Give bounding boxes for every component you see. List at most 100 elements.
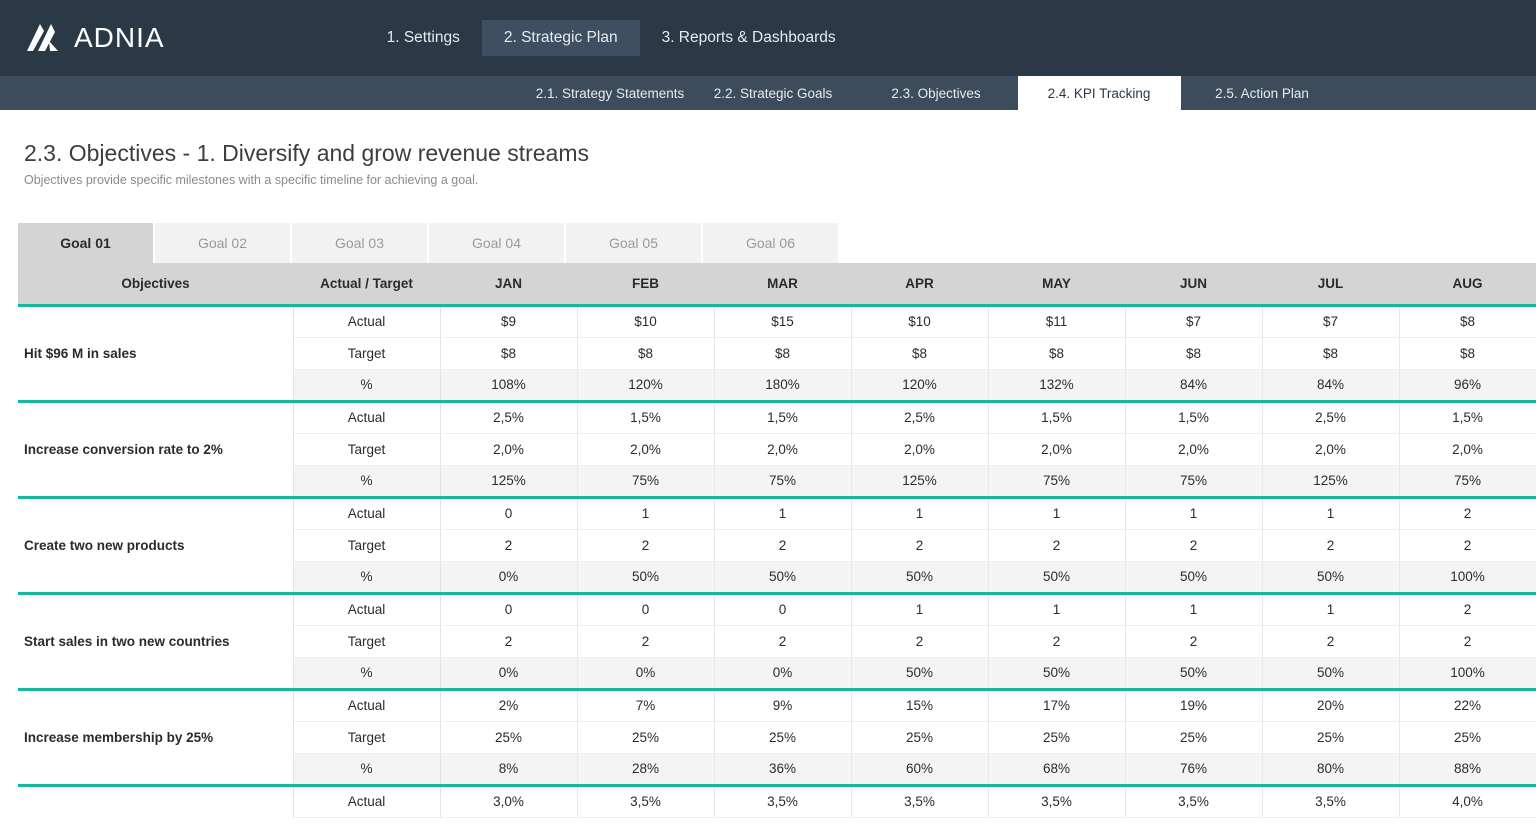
- kpi-cell[interactable]: $15: [714, 305, 851, 337]
- kpi-cell[interactable]: 1,5%: [1399, 401, 1536, 433]
- kpi-cell[interactable]: 2: [714, 529, 851, 561]
- kpi-cell[interactable]: 2: [577, 529, 714, 561]
- kpi-cell[interactable]: $8: [1399, 305, 1536, 337]
- kpi-cell[interactable]: 50%: [1262, 657, 1399, 689]
- kpi-cell[interactable]: 0: [440, 497, 577, 529]
- kpi-cell[interactable]: 3,5%: [851, 785, 988, 817]
- kpi-cell[interactable]: 1: [851, 497, 988, 529]
- kpi-cell[interactable]: 2,0%: [1399, 433, 1536, 465]
- kpi-cell[interactable]: 0%: [440, 561, 577, 593]
- kpi-cell[interactable]: 2,5%: [440, 401, 577, 433]
- kpi-cell[interactable]: 1: [1125, 593, 1262, 625]
- subnav-item-strategy-statements[interactable]: 2.1. Strategy Statements: [529, 76, 692, 110]
- kpi-cell[interactable]: 1: [988, 593, 1125, 625]
- kpi-cell[interactable]: 25%: [1125, 721, 1262, 753]
- goal-tab-04[interactable]: Goal 04: [429, 223, 566, 263]
- kpi-cell[interactable]: $7: [1125, 305, 1262, 337]
- kpi-cell[interactable]: 3,5%: [1125, 785, 1262, 817]
- kpi-cell[interactable]: $10: [577, 305, 714, 337]
- kpi-cell[interactable]: 76%: [1125, 753, 1262, 785]
- kpi-cell[interactable]: 3,0%: [440, 785, 577, 817]
- kpi-cell[interactable]: 2,0%: [714, 433, 851, 465]
- subnav-item-objectives[interactable]: 2.3. Objectives: [855, 76, 1018, 110]
- kpi-cell[interactable]: $11: [988, 305, 1125, 337]
- kpi-cell[interactable]: 2: [988, 625, 1125, 657]
- kpi-cell[interactable]: 1: [1262, 593, 1399, 625]
- kpi-cell[interactable]: $8: [988, 337, 1125, 369]
- kpi-cell[interactable]: 2: [440, 625, 577, 657]
- subnav-item-action-plan[interactable]: 2.5. Action Plan: [1181, 76, 1344, 110]
- kpi-cell[interactable]: 2,5%: [851, 401, 988, 433]
- kpi-cell[interactable]: 1,5%: [988, 401, 1125, 433]
- kpi-cell[interactable]: 2: [988, 529, 1125, 561]
- kpi-cell[interactable]: 2: [1399, 593, 1536, 625]
- kpi-cell[interactable]: $10: [851, 305, 988, 337]
- kpi-cell[interactable]: 4,0%: [1399, 785, 1536, 817]
- kpi-cell[interactable]: 50%: [988, 657, 1125, 689]
- kpi-cell[interactable]: 75%: [988, 465, 1125, 497]
- kpi-cell[interactable]: $8: [440, 337, 577, 369]
- kpi-cell[interactable]: 1,5%: [1125, 401, 1262, 433]
- kpi-cell[interactable]: $7: [1262, 305, 1399, 337]
- kpi-cell[interactable]: 50%: [714, 561, 851, 593]
- kpi-cell[interactable]: 1,5%: [577, 401, 714, 433]
- kpi-cell[interactable]: 100%: [1399, 657, 1536, 689]
- kpi-cell[interactable]: 2: [1399, 497, 1536, 529]
- kpi-cell[interactable]: 7%: [577, 689, 714, 721]
- kpi-cell[interactable]: 25%: [440, 721, 577, 753]
- kpi-cell[interactable]: 2,0%: [1125, 433, 1262, 465]
- kpi-cell[interactable]: 2: [1125, 625, 1262, 657]
- kpi-cell[interactable]: $8: [577, 337, 714, 369]
- kpi-cell[interactable]: 60%: [851, 753, 988, 785]
- kpi-cell[interactable]: 88%: [1399, 753, 1536, 785]
- kpi-cell[interactable]: 2,0%: [988, 433, 1125, 465]
- kpi-cell[interactable]: 2: [1399, 529, 1536, 561]
- kpi-cell[interactable]: 2,0%: [1262, 433, 1399, 465]
- kpi-cell[interactable]: 3,5%: [1262, 785, 1399, 817]
- kpi-cell[interactable]: 50%: [1262, 561, 1399, 593]
- kpi-cell[interactable]: 2: [1399, 625, 1536, 657]
- kpi-cell[interactable]: 132%: [988, 369, 1125, 401]
- kpi-cell[interactable]: 0: [577, 593, 714, 625]
- kpi-cell[interactable]: 25%: [1399, 721, 1536, 753]
- kpi-cell[interactable]: 50%: [988, 561, 1125, 593]
- kpi-cell[interactable]: 50%: [851, 561, 988, 593]
- kpi-cell[interactable]: $8: [851, 337, 988, 369]
- kpi-cell[interactable]: 0%: [714, 657, 851, 689]
- kpi-cell[interactable]: 180%: [714, 369, 851, 401]
- kpi-cell[interactable]: 2: [577, 625, 714, 657]
- kpi-cell[interactable]: 15%: [851, 689, 988, 721]
- kpi-cell[interactable]: 9%: [714, 689, 851, 721]
- kpi-cell[interactable]: 75%: [714, 465, 851, 497]
- kpi-cell[interactable]: 2%: [440, 689, 577, 721]
- kpi-cell[interactable]: 0: [714, 593, 851, 625]
- kpi-cell[interactable]: 19%: [1125, 689, 1262, 721]
- kpi-cell[interactable]: 125%: [440, 465, 577, 497]
- subnav-item-strategic-goals[interactable]: 2.2. Strategic Goals: [692, 76, 855, 110]
- kpi-cell[interactable]: 25%: [714, 721, 851, 753]
- mainnav-item-settings[interactable]: 1. Settings: [365, 20, 482, 56]
- kpi-cell[interactable]: 2: [1262, 625, 1399, 657]
- mainnav-item-reports-dashboards[interactable]: 3. Reports & Dashboards: [640, 20, 858, 56]
- kpi-cell[interactable]: 2: [1262, 529, 1399, 561]
- kpi-cell[interactable]: 3,5%: [714, 785, 851, 817]
- kpi-cell[interactable]: 108%: [440, 369, 577, 401]
- kpi-cell[interactable]: 25%: [988, 721, 1125, 753]
- kpi-cell[interactable]: $9: [440, 305, 577, 337]
- kpi-cell[interactable]: 2: [851, 625, 988, 657]
- kpi-cell[interactable]: 1,5%: [714, 401, 851, 433]
- kpi-cell[interactable]: 2: [851, 529, 988, 561]
- kpi-cell[interactable]: 8%: [440, 753, 577, 785]
- kpi-cell[interactable]: $8: [1399, 337, 1536, 369]
- kpi-cell[interactable]: 84%: [1125, 369, 1262, 401]
- goal-tab-06[interactable]: Goal 06: [703, 223, 840, 263]
- subnav-item-kpi-tracking[interactable]: 2.4. KPI Tracking: [1018, 76, 1181, 110]
- goal-tab-01[interactable]: Goal 01: [18, 223, 155, 263]
- kpi-cell[interactable]: 3,5%: [988, 785, 1125, 817]
- kpi-cell[interactable]: 2,5%: [1262, 401, 1399, 433]
- kpi-cell[interactable]: 120%: [577, 369, 714, 401]
- kpi-cell[interactable]: 1: [714, 497, 851, 529]
- brand-logo[interactable]: ADNIA: [0, 21, 165, 55]
- kpi-cell[interactable]: 2: [1125, 529, 1262, 561]
- kpi-cell[interactable]: 17%: [988, 689, 1125, 721]
